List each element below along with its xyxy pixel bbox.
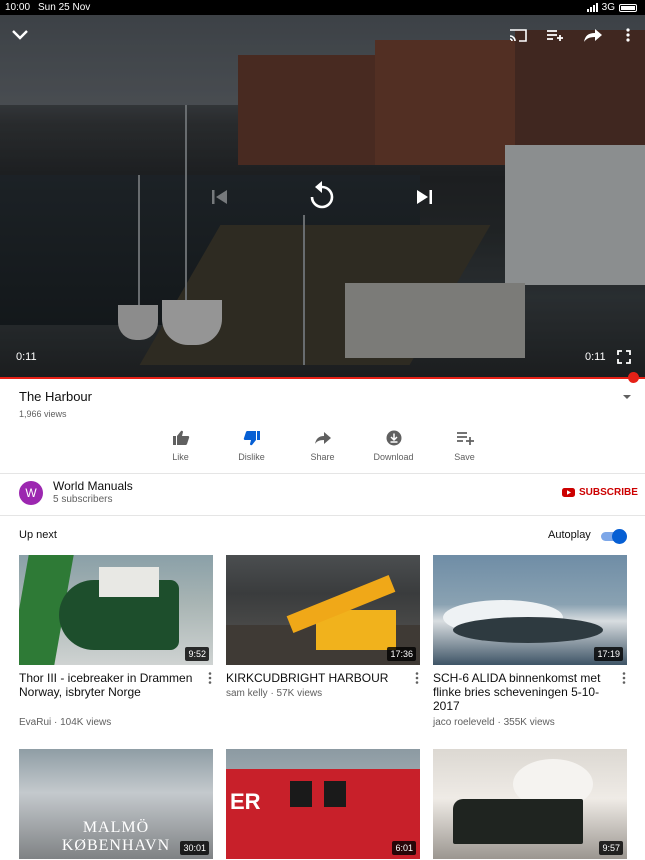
- share-arrow-icon[interactable]: [582, 27, 604, 43]
- thumbs-down-icon: [243, 431, 260, 446]
- video-card-title[interactable]: Thor III - icebreaker in Drammen Norway,…: [19, 671, 194, 699]
- video-player[interactable]: 0:11 0:11: [0, 15, 645, 377]
- share-button[interactable]: Share: [287, 430, 358, 466]
- progress-scrubber[interactable]: [628, 372, 639, 383]
- video-card-title[interactable]: KIRKCUDBRIGHT HARBOUR: [226, 671, 401, 685]
- more-options-icon[interactable]: [207, 671, 213, 685]
- channel-row[interactable]: W World Manuals 5 subscribers SUBSCRIBE: [19, 479, 638, 509]
- dislike-label: Dislike: [238, 452, 265, 462]
- expand-description-icon[interactable]: [620, 390, 634, 404]
- next-icon[interactable]: [414, 188, 434, 206]
- more-options-icon[interactable]: [414, 671, 420, 685]
- subscribe-label: SUBSCRIBE: [579, 487, 638, 498]
- video-thumbnail[interactable]: ER 6:01: [226, 749, 420, 859]
- video-card[interactable]: 9:57: [433, 749, 627, 859]
- video-card[interactable]: 9:52 Thor III - icebreaker in Drammen No…: [19, 555, 213, 728]
- signal-icon: [586, 3, 598, 12]
- duration-badge: 30:01: [180, 841, 209, 855]
- network-type: 3G: [601, 2, 615, 13]
- previous-icon[interactable]: [210, 188, 230, 206]
- duration-badge: 9:57: [599, 841, 623, 855]
- autoplay-label: Autoplay: [548, 529, 591, 541]
- divider: [0, 515, 645, 516]
- download-label: Download: [373, 452, 414, 462]
- action-bar: Like Dislike Share Download Save: [145, 430, 500, 466]
- status-bar: 10:00 Sun 25 Nov 3G: [0, 0, 645, 15]
- video-card-meta: EvaRui · 104K views: [19, 717, 112, 728]
- fullscreen-icon[interactable]: [617, 350, 631, 364]
- minimize-chevron-icon[interactable]: [10, 27, 30, 43]
- divider: [0, 473, 645, 474]
- channel-name[interactable]: World Manuals: [53, 479, 133, 493]
- more-options-icon[interactable]: [624, 27, 632, 43]
- video-card-title[interactable]: SCH-6 ALIDA binnenkomst met flinke bries…: [433, 671, 608, 713]
- download-button[interactable]: Download: [358, 430, 429, 466]
- channel-avatar[interactable]: W: [19, 481, 43, 505]
- share-icon: [314, 432, 331, 444]
- video-thumbnail[interactable]: MALMÖ KØBENHAVN 30:01: [19, 749, 213, 859]
- thumbs-up-icon: [172, 430, 189, 445]
- up-next-heading: Up next: [19, 529, 57, 541]
- video-card[interactable]: MALMÖ KØBENHAVN 30:01: [19, 749, 213, 859]
- duration-badge: 9:52: [185, 647, 209, 661]
- thumbnail-text: MALMÖ: [82, 819, 150, 836]
- subscribe-button[interactable]: SUBSCRIBE: [562, 487, 638, 498]
- autoplay-toggle[interactable]: [599, 529, 627, 544]
- video-thumbnail[interactable]: 9:57: [433, 749, 627, 859]
- video-title: The Harbour: [19, 389, 92, 404]
- download-icon: [386, 430, 401, 446]
- progress-bar[interactable]: [0, 377, 645, 379]
- playlist-add-icon: [456, 432, 474, 445]
- youtube-logo-icon: [562, 488, 575, 497]
- video-card-meta: jaco roeleveld · 355K views: [433, 717, 555, 728]
- share-label: Share: [310, 452, 335, 462]
- video-thumbnail[interactable]: 17:19: [433, 555, 627, 665]
- video-thumbnail[interactable]: 17:36: [226, 555, 420, 665]
- total-duration: 0:11: [585, 351, 606, 363]
- elapsed-time: 0:11: [16, 351, 37, 363]
- more-options-icon[interactable]: [621, 671, 627, 685]
- like-button[interactable]: Like: [145, 430, 216, 466]
- duration-badge: 17:36: [387, 647, 416, 661]
- subscriber-count: 5 subscribers: [53, 494, 113, 505]
- video-card[interactable]: 17:19 SCH-6 ALIDA binnenkomst met flinke…: [433, 555, 627, 728]
- video-thumbnail[interactable]: 9:52: [19, 555, 213, 665]
- status-date: Sun 25 Nov: [38, 2, 91, 13]
- status-time: 10:00: [5, 2, 31, 13]
- replay-icon[interactable]: [307, 179, 337, 211]
- video-card-meta: sam kelly · 57K views: [226, 688, 323, 699]
- add-to-queue-icon[interactable]: [545, 27, 565, 43]
- view-count: 1,966 views: [19, 409, 67, 419]
- like-label: Like: [172, 452, 189, 462]
- dislike-button[interactable]: Dislike: [216, 430, 287, 466]
- cast-icon[interactable]: [508, 27, 528, 43]
- battery-icon: [619, 3, 637, 12]
- save-button[interactable]: Save: [429, 430, 500, 466]
- duration-badge: 6:01: [392, 841, 416, 855]
- video-card[interactable]: 17:36 KIRKCUDBRIGHT HARBOUR sam kelly · …: [226, 555, 420, 699]
- thumbnail-text: ER: [230, 789, 261, 814]
- save-label: Save: [454, 452, 475, 462]
- video-card[interactable]: ER 6:01: [226, 749, 420, 859]
- duration-badge: 17:19: [594, 647, 623, 661]
